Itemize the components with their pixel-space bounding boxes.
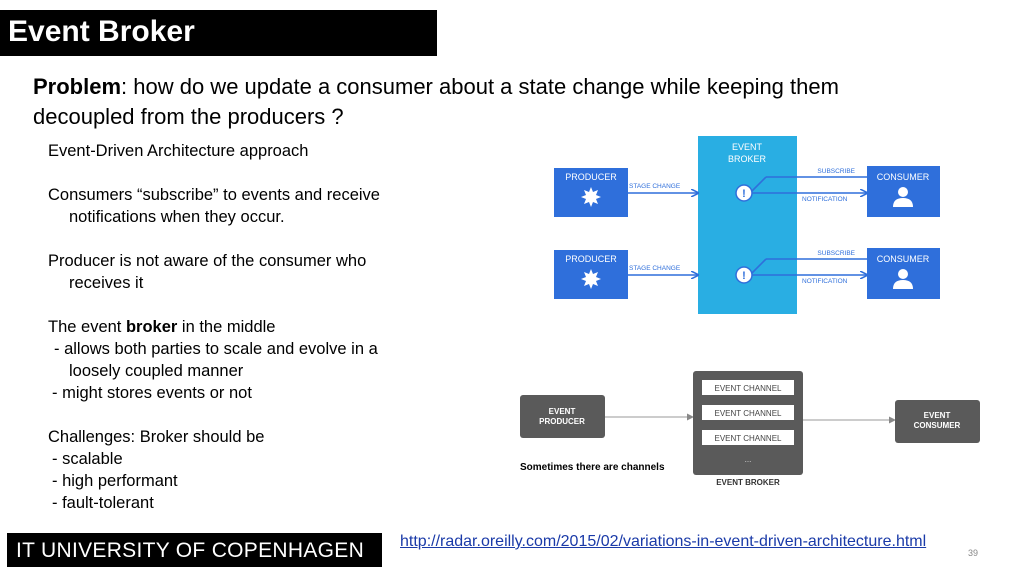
bullet-broker-sub1: - allows both parties to scale and evolv… bbox=[54, 340, 378, 358]
bullet-subscribe: Consumers “subscribe” to events and rece… bbox=[48, 186, 380, 204]
bullet-list: Event-Driven Architecture approach Consu… bbox=[48, 140, 428, 514]
event-consumer-label-1: EVENT bbox=[924, 411, 951, 420]
event-channel-label-3: EVENT CHANNEL bbox=[715, 434, 783, 443]
sparkle-icon-1 bbox=[581, 187, 601, 207]
producer-label-2: PRODUCER bbox=[565, 254, 617, 264]
broker-diagram: EVENT BROKER PRODUCER STAGE CHANGE SUBSC… bbox=[554, 136, 940, 314]
event-producer-label-2: PRODUCER bbox=[539, 417, 585, 426]
subscribe-label-2: SUBSCRIBE bbox=[817, 250, 855, 257]
bullet-producer: Producer is not aware of the consumer wh… bbox=[48, 252, 367, 270]
bullet-broker-sub2: - might stores events or not bbox=[52, 384, 252, 402]
notification-label-2: NOTIFICATION bbox=[802, 278, 848, 285]
channel-ellipsis: ... bbox=[745, 455, 752, 464]
page-number: 39 bbox=[968, 548, 979, 558]
event-channel-label-2: EVENT CHANNEL bbox=[715, 409, 783, 418]
bullet-subscribe-cont: notifications when they occur. bbox=[69, 208, 285, 226]
university-brand: IT UNIVERSITY OF COPENHAGEN bbox=[7, 533, 382, 567]
sparkle-icon-2 bbox=[581, 269, 601, 289]
title-bar: Event Broker bbox=[0, 10, 437, 56]
stage-change-label-1: STAGE CHANGE bbox=[629, 183, 681, 190]
problem-statement: Problem: how do we update a consumer abo… bbox=[33, 72, 933, 132]
consumer-label-1: CONSUMER bbox=[877, 172, 930, 182]
bullet-challenge-2: - high performant bbox=[52, 472, 178, 490]
bullet-broker-sub1-cont: loosely coupled manner bbox=[69, 362, 244, 380]
broker-label-1: EVENT bbox=[732, 142, 763, 152]
producer-label-1: PRODUCER bbox=[565, 172, 617, 182]
bullet-broker-bold: broker bbox=[125, 318, 178, 336]
person-icon-head-2 bbox=[898, 269, 908, 279]
bullet-broker-prefix: The event bbox=[48, 318, 126, 336]
broker-label-2: BROKER bbox=[728, 154, 767, 164]
event-broker-caption: EVENT BROKER bbox=[716, 478, 780, 487]
event-consumer-label-2: CONSUMER bbox=[914, 421, 961, 430]
bullet-producer-cont: receives it bbox=[69, 274, 144, 292]
slide-title: Event Broker bbox=[8, 15, 195, 48]
subscribe-label-1: SUBSCRIBE bbox=[817, 168, 855, 175]
notification-label-1: NOTIFICATION bbox=[802, 196, 848, 203]
problem-text: : how do we update a consumer about a st… bbox=[33, 74, 839, 129]
alert-mark-2: ! bbox=[742, 270, 746, 282]
bullet-challenges: Challenges: Broker should be bbox=[48, 428, 265, 446]
consumer-label-2: CONSUMER bbox=[877, 254, 930, 264]
event-producer-label-1: EVENT bbox=[549, 407, 576, 416]
person-icon-head-1 bbox=[898, 187, 908, 197]
bullet-eda: Event-Driven Architecture approach bbox=[48, 142, 309, 160]
alert-mark-1: ! bbox=[742, 188, 746, 200]
channels-diagram: EVENT PRODUCER EVENT CHANNEL EVENT CHANN… bbox=[520, 371, 980, 487]
bullet-challenge-3: - fault-tolerant bbox=[52, 494, 154, 512]
problem-label: Problem bbox=[33, 74, 122, 99]
bullet-broker-suffix: in the middle bbox=[177, 318, 276, 336]
reference-link[interactable]: http://radar.oreilly.com/2015/02/variati… bbox=[400, 533, 926, 551]
university-name: IT UNIVERSITY OF COPENHAGEN bbox=[16, 539, 365, 562]
stage-change-label-2: STAGE CHANGE bbox=[629, 265, 681, 272]
bullet-broker: The event broker in the middle bbox=[48, 316, 428, 338]
channels-caption: Sometimes there are channels bbox=[520, 462, 665, 473]
bullet-challenge-1: - scalable bbox=[52, 450, 123, 468]
event-channel-label-1: EVENT CHANNEL bbox=[715, 384, 783, 393]
